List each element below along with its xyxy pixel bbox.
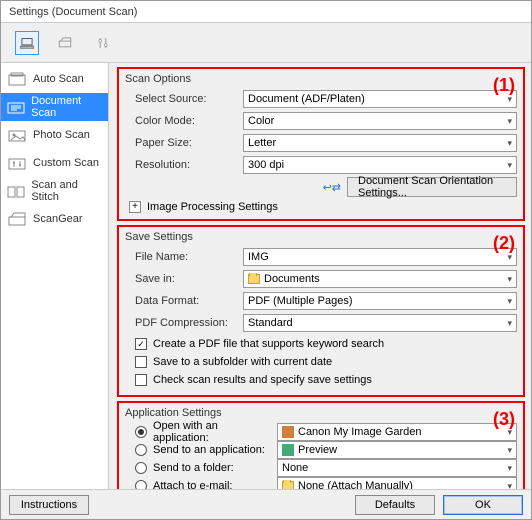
save-settings-section: Save Settings (2) File Name: IMG▾ Save i… [117, 225, 525, 397]
callout-3: (3) [493, 409, 515, 430]
pdf-compression-label: PDF Compression: [125, 317, 243, 329]
scan-options-section: Scan Options (1) Select Source: Document… [117, 67, 525, 221]
chevron-down-icon: ▾ [507, 481, 512, 490]
chevron-down-icon: ▾ [507, 116, 512, 127]
callout-2: (2) [493, 233, 515, 254]
application-settings-title: Application Settings [125, 407, 517, 419]
sidebar-item-scangear[interactable]: ScanGear [1, 205, 108, 233]
plus-icon: + [129, 201, 141, 213]
toolbar [1, 23, 531, 63]
application-settings-section: Application Settings (3) Open with an ap… [117, 401, 525, 489]
sidebar-item-label: Custom Scan [33, 157, 99, 169]
swap-orientation-icon[interactable]: ↩⇄ [323, 181, 341, 194]
send-app-label: Send to an application: [153, 444, 271, 456]
scan-options-title: Scan Options [125, 73, 517, 85]
attach-email-radio[interactable] [135, 480, 147, 489]
general-settings-tab-icon[interactable] [91, 31, 115, 55]
paper-size-combo[interactable]: Letter▾ [243, 134, 517, 152]
keyword-search-label: Create a PDF file that supports keyword … [153, 338, 384, 350]
chevron-down-icon: ▾ [507, 274, 512, 285]
save-in-label: Save in: [125, 273, 243, 285]
ok-button[interactable]: OK [443, 495, 523, 515]
chevron-down-icon: ▾ [507, 160, 512, 171]
send-app-radio[interactable] [135, 444, 147, 456]
scangear-icon [7, 211, 27, 227]
stitch-icon [7, 183, 25, 199]
sidebar-item-auto-scan[interactable]: Auto Scan [1, 65, 108, 93]
paper-size-label: Paper Size: [125, 137, 243, 149]
app-icon [282, 426, 294, 438]
scan-from-computer-tab-icon[interactable] [15, 31, 39, 55]
data-format-label: Data Format: [125, 295, 243, 307]
color-mode-label: Color Mode: [125, 115, 243, 127]
save-settings-title: Save Settings [125, 231, 517, 243]
orientation-settings-button[interactable]: Document Scan Orientation Settings... [347, 177, 517, 197]
open-app-combo[interactable]: Canon My Image Garden▾ [277, 423, 517, 441]
chevron-down-icon: ▾ [507, 138, 512, 149]
pdf-compression-combo[interactable]: Standard▾ [243, 314, 517, 332]
resolution-label: Resolution: [125, 159, 243, 171]
sidebar-item-label: ScanGear [33, 213, 83, 225]
folder-icon [248, 274, 260, 284]
scan-from-panel-tab-icon[interactable] [53, 31, 77, 55]
chevron-down-icon: ▾ [507, 318, 512, 329]
file-name-field[interactable]: IMG▾ [243, 248, 517, 266]
attach-email-label: Attach to e-mail: [153, 480, 271, 489]
send-folder-radio[interactable] [135, 462, 147, 474]
chevron-down-icon: ▾ [507, 463, 512, 474]
resolution-combo[interactable]: 300 dpi▾ [243, 156, 517, 174]
sidebar-item-custom-scan[interactable]: Custom Scan [1, 149, 108, 177]
send-app-combo[interactable]: Preview▾ [277, 441, 517, 459]
send-folder-combo[interactable]: None▾ [277, 459, 517, 477]
check-scan-checkbox[interactable] [135, 374, 147, 386]
file-name-label: File Name: [125, 251, 243, 263]
sidebar: Auto Scan Document Scan Photo Scan Custo… [1, 63, 109, 489]
data-format-combo[interactable]: PDF (Multiple Pages)▾ [243, 292, 517, 310]
window-title: Settings (Document Scan) [9, 6, 137, 18]
open-app-label: Open with an application: [153, 420, 271, 444]
chevron-down-icon: ▾ [507, 445, 512, 456]
keyword-search-checkbox[interactable]: ✓ [135, 338, 147, 350]
custom-scan-icon [7, 155, 27, 171]
title-bar: Settings (Document Scan) [1, 1, 531, 23]
image-processing-expander[interactable]: + Image Processing Settings [125, 201, 517, 213]
check-scan-label: Check scan results and specify save sett… [153, 374, 372, 386]
attach-email-combo[interactable]: None (Attach Manually)▾ [277, 477, 517, 489]
auto-scan-icon [7, 71, 27, 87]
document-scan-icon [7, 99, 25, 115]
open-app-radio[interactable] [135, 426, 147, 438]
select-source-combo[interactable]: Document (ADF/Platen)▾ [243, 90, 517, 108]
sidebar-item-label: Auto Scan [33, 73, 84, 85]
sidebar-item-label: Photo Scan [33, 129, 90, 141]
chevron-down-icon: ▾ [507, 296, 512, 307]
color-mode-combo[interactable]: Color▾ [243, 112, 517, 130]
subfolder-checkbox[interactable] [135, 356, 147, 368]
content-area: Scan Options (1) Select Source: Document… [109, 63, 531, 489]
footer: Instructions Defaults OK [1, 489, 531, 519]
instructions-button[interactable]: Instructions [9, 495, 89, 515]
sidebar-item-label: Document Scan [31, 95, 102, 119]
folder-icon [282, 481, 294, 489]
sidebar-item-scan-and-stitch[interactable]: Scan and Stitch [1, 177, 108, 205]
callout-1: (1) [493, 75, 515, 96]
defaults-button[interactable]: Defaults [355, 495, 435, 515]
select-source-label: Select Source: [125, 93, 243, 105]
preview-icon [282, 444, 294, 456]
sidebar-item-label: Scan and Stitch [31, 179, 102, 203]
photo-scan-icon [7, 127, 27, 143]
settings-window: Settings (Document Scan) Auto Scan Docum… [0, 0, 532, 520]
save-in-combo[interactable]: Documents▾ [243, 270, 517, 288]
image-processing-label: Image Processing Settings [147, 201, 278, 213]
send-folder-label: Send to a folder: [153, 462, 271, 474]
subfolder-label: Save to a subfolder with current date [153, 356, 332, 368]
sidebar-item-photo-scan[interactable]: Photo Scan [1, 121, 108, 149]
sidebar-item-document-scan[interactable]: Document Scan [1, 93, 108, 121]
